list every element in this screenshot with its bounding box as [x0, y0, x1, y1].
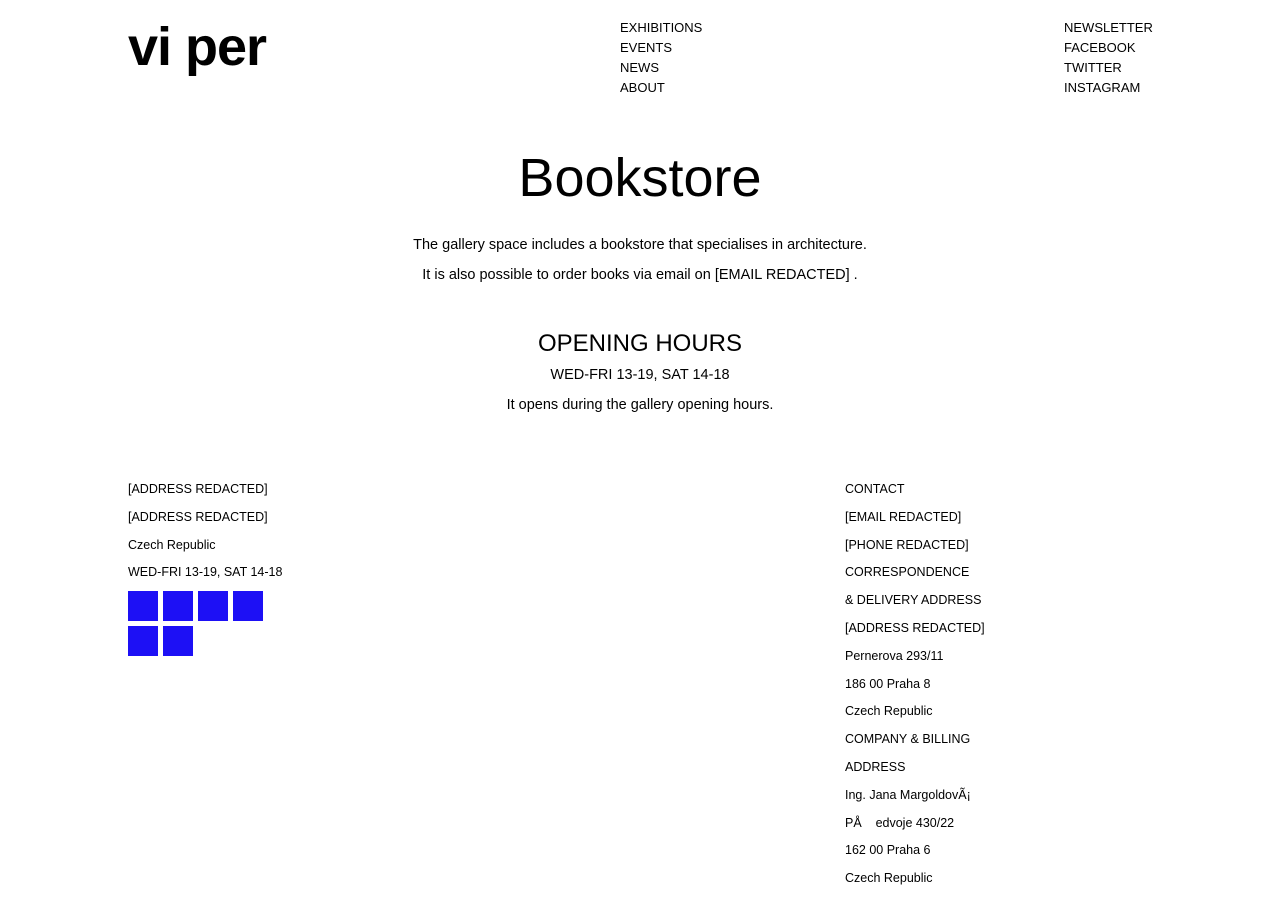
- footer-address-line: [ADDRESS REDACTED]: [128, 482, 268, 496]
- billing-line: Ing. Jana MargoldovÃ¡: [845, 787, 971, 802]
- nav-exhibitions[interactable]: EXHIBITIONS: [620, 20, 702, 35]
- footer-icons: [128, 591, 268, 657]
- page-title: Bookstore: [518, 148, 762, 208]
- main-nav: EXHIBITIONS EVENTS NEWS ABOUT: [620, 18, 702, 98]
- footer-contact: CONTACT [EMAIL REDACTED] [PHONE REDACTED…: [845, 476, 1105, 893]
- billing-heading-2: ADDRESS: [845, 759, 906, 774]
- opening-hours-times: WED-FRI 13-19, SAT 14-18: [550, 367, 730, 383]
- social-icon[interactable]: [163, 626, 193, 657]
- correspondence-line: [ADDRESS REDACTED]: [845, 620, 985, 635]
- contact-email[interactable]: [EMAIL REDACTED]: [845, 504, 1105, 532]
- nav-news[interactable]: NEWS: [620, 60, 659, 75]
- footer-country: Czech Republic: [128, 537, 216, 552]
- opening-hours-note: It opens during the gallery opening hour…: [506, 397, 774, 413]
- intro-line-2: It is also possible to order books via e…: [422, 267, 858, 283]
- billing-line: Czech Republic: [845, 871, 933, 886]
- nav-about[interactable]: ABOUT: [620, 80, 665, 95]
- intro-text: The gallery space includes a bookstore t…: [0, 230, 1280, 290]
- footer-address-line: [ADDRESS REDACTED]: [128, 509, 268, 524]
- footer-address: [ADDRESS REDACTED] [ADDRESS REDACTED] Cz…: [128, 476, 348, 657]
- correspondence-line: Pernerova 293/11: [845, 648, 944, 663]
- correspondence-heading-2: & DELIVERY ADDRESS: [845, 593, 982, 608]
- nav-facebook[interactable]: FACEBOOK: [1064, 40, 1136, 55]
- billing-heading: COMPANY & BILLING: [845, 732, 971, 747]
- correspondence-line: Czech Republic: [845, 704, 933, 719]
- social-icon[interactable]: [128, 626, 158, 657]
- social-icon[interactable]: [163, 591, 193, 622]
- correspondence-heading: CORRESPONDENCE: [845, 565, 970, 580]
- social-nav: NEWSLETTER FACEBOOK TWITTER INSTAGRAM: [1064, 18, 1153, 98]
- footer-hours: WED-FRI 13-19, SAT 14-18: [128, 565, 283, 580]
- nav-events[interactable]: EVENTS: [620, 40, 672, 55]
- nav-newsletter[interactable]: NEWSLETTER: [1064, 20, 1153, 35]
- correspondence-line: 186 00 Praha 8: [845, 676, 931, 691]
- main-content: Bookstore The gallery space includes a b…: [0, 140, 1280, 420]
- social-icon[interactable]: [198, 591, 228, 622]
- opening-hours: OPENING HOURS WED-FRI 13-19, SAT 14-18 I…: [0, 328, 1280, 420]
- billing-line: 162 00 Praha 6: [845, 843, 931, 858]
- billing-line: PÅ edvoje 430/22: [845, 815, 955, 830]
- nav-twitter[interactable]: TWITTER: [1064, 60, 1122, 75]
- social-icon[interactable]: [128, 591, 158, 622]
- opening-hours-heading: OPENING HOURS: [537, 330, 743, 357]
- site-logo[interactable]: vi per: [128, 14, 267, 80]
- contact-heading: CONTACT: [845, 482, 905, 496]
- nav-instagram[interactable]: INSTAGRAM: [1064, 80, 1140, 95]
- contact-phone[interactable]: [PHONE REDACTED]: [845, 532, 1105, 560]
- social-icon[interactable]: [233, 591, 263, 622]
- intro-line-1: The gallery space includes a bookstore t…: [413, 237, 867, 253]
